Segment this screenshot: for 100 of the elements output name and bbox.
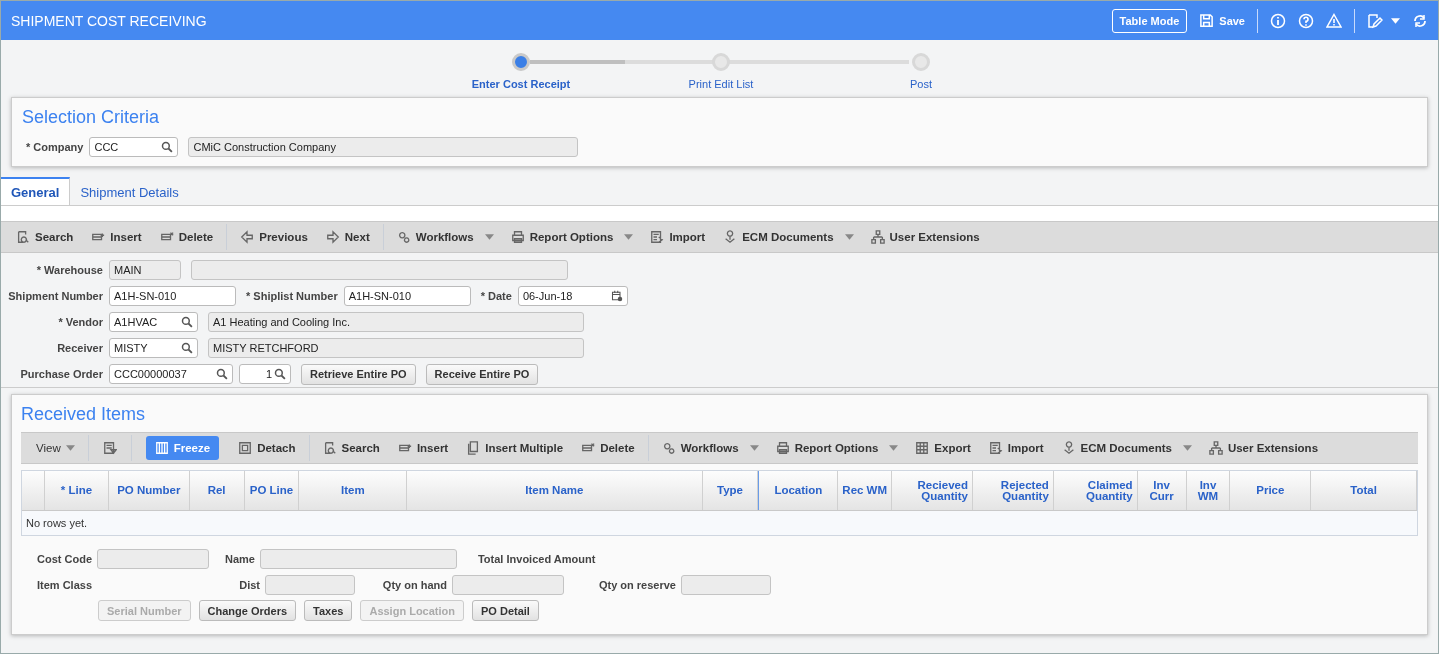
view-menu-button[interactable]: View	[27, 436, 84, 460]
field-label: Qty on reserve	[597, 579, 676, 591]
column-header[interactable]: Rec WM	[838, 471, 893, 510]
field-label: Total Invoiced Amount	[477, 553, 596, 565]
stacked-pages-icon	[466, 441, 481, 455]
step-label[interactable]: Print Edit List	[688, 78, 754, 90]
lookup-field[interactable]: CCC00000037	[109, 364, 233, 384]
field-label: Name	[225, 553, 255, 565]
toolbar-button[interactable]: Report Options	[766, 436, 888, 460]
import-icon	[650, 230, 665, 244]
step-marker[interactable]	[712, 53, 730, 71]
toolbar-button[interactable]: Search	[7, 225, 83, 249]
field-label: * Date	[480, 290, 512, 302]
toolbar-button[interactable]: Delete	[150, 225, 223, 249]
column-header[interactable]: Location	[758, 471, 839, 510]
columns-icon	[154, 441, 169, 455]
toolbar-button[interactable]: Import	[641, 225, 715, 249]
refresh-icon[interactable]	[1412, 12, 1428, 29]
step-marker[interactable]	[512, 53, 530, 71]
tab[interactable]: Shipment Details	[70, 177, 189, 205]
action-button[interactable]: PO Detail	[472, 600, 539, 621]
toolbar-button[interactable]: Workflows	[652, 436, 748, 460]
dropdown-caret-icon[interactable]	[749, 445, 759, 451]
step-label[interactable]: Post	[910, 78, 932, 90]
toolbar-button[interactable]: Previous	[231, 225, 317, 249]
section-title: Received Items	[21, 404, 147, 425]
column-header[interactable]: PO Number	[108, 471, 190, 510]
toolbar-button[interactable]: Detach	[229, 436, 305, 460]
dropdown-caret-icon[interactable]	[889, 445, 899, 451]
text-field[interactable]: A1H-SN-010	[109, 286, 236, 306]
column-header[interactable]: Claimed Quantity	[1053, 471, 1138, 510]
toolbar-button[interactable]: Delete	[572, 436, 644, 460]
description-field: A1 Heating and Cooling Inc.	[208, 312, 584, 332]
info-icon[interactable]	[1270, 12, 1286, 29]
field-label: * Company	[26, 141, 84, 153]
right-arrow-icon	[325, 230, 340, 244]
step-label[interactable]: Enter Cost Receipt	[471, 78, 571, 90]
dropdown-caret-icon[interactable]	[844, 234, 854, 240]
search-icon	[161, 141, 174, 153]
toolbar-button[interactable]: ECM Documents	[1052, 436, 1181, 460]
field-label: * Warehouse	[35, 264, 103, 276]
toolbar-button[interactable]: Insert Multiple	[457, 436, 573, 460]
hierarchy-icon	[1208, 441, 1223, 455]
action-button[interactable]: Change Orders	[198, 600, 297, 621]
column-header[interactable]: Inv WM	[1186, 471, 1231, 510]
printer-icon	[775, 441, 790, 455]
column-header[interactable]: Recieved Quantity	[892, 471, 973, 510]
toolbar-button[interactable]: User Extensions	[861, 225, 989, 249]
tab[interactable]: General	[1, 177, 71, 205]
description-field: CMiC Construction Company	[188, 137, 579, 157]
window-title: SHIPMENT COST RECEIVING	[11, 12, 207, 29]
step-marker[interactable]	[912, 53, 930, 71]
column-header[interactable]: Total	[1311, 471, 1418, 510]
lookup-field[interactable]: MISTY	[109, 338, 198, 358]
toolbar-button[interactable]: Report Options	[501, 225, 623, 249]
column-header[interactable]: Price	[1230, 471, 1312, 510]
date-field[interactable]: 06-Jun-18	[517, 286, 628, 306]
column-header[interactable]: Rel	[189, 471, 245, 510]
lookup-field[interactable]: A1HVAC	[109, 312, 198, 332]
field-label: Purchase Order	[19, 368, 103, 380]
toolbar-button[interactable]: Import	[979, 436, 1053, 460]
warning-icon[interactable]	[1326, 12, 1342, 29]
dropdown-caret-icon[interactable]	[484, 234, 494, 240]
action-button[interactable]: Retrieve Entire PO	[301, 363, 416, 385]
search-icon	[216, 368, 228, 380]
column-header[interactable]: Item	[299, 471, 408, 510]
toolbar-button[interactable]: ECM Documents	[714, 225, 843, 249]
column-header[interactable]: Inv Curr	[1137, 471, 1187, 510]
dropdown-caret-icon[interactable]	[1182, 445, 1192, 451]
toolbar-button[interactable]: Export	[906, 436, 980, 460]
column-header[interactable]: Item Name	[407, 471, 703, 510]
lookup-field[interactable]: 1	[239, 364, 291, 384]
filter-icon[interactable]	[102, 441, 117, 455]
toolbar-button[interactable]: Workflows	[387, 225, 483, 249]
column-header[interactable]: Type	[702, 471, 759, 510]
column-header[interactable]: Rejected Quantity	[972, 471, 1054, 510]
field-label: * Vendor	[57, 316, 103, 328]
edit-icon[interactable]	[1367, 12, 1383, 29]
column-header[interactable]: PO Line	[244, 471, 300, 510]
search-icon	[16, 230, 30, 244]
text-field[interactable]: A1H-SN-010	[343, 286, 471, 306]
toolbar-button[interactable]: User Extensions	[1199, 436, 1328, 460]
search-icon	[181, 342, 193, 354]
caret-icon[interactable]	[1391, 17, 1400, 24]
toolbar-button[interactable]: Insert	[82, 225, 151, 249]
field-label: Cost Code	[36, 553, 92, 565]
lookup-field[interactable]: CCC	[89, 137, 179, 157]
detach-icon	[238, 441, 253, 455]
field-label: Dist	[238, 579, 260, 591]
action-button[interactable]: Taxes	[304, 600, 353, 621]
toolbar-button[interactable]: Next	[316, 225, 379, 249]
column-header[interactable]: * Line	[44, 471, 109, 510]
dropdown-caret-icon[interactable]	[624, 234, 634, 240]
action-button[interactable]: Receive Entire PO	[425, 363, 539, 385]
help-icon[interactable]	[1298, 12, 1314, 29]
toolbar-button[interactable]: Insert	[388, 436, 458, 460]
search-icon	[181, 316, 193, 328]
field-label: Receiver	[56, 342, 103, 354]
calendar-icon	[610, 290, 623, 302]
toolbar-button[interactable]: Search	[313, 436, 389, 460]
